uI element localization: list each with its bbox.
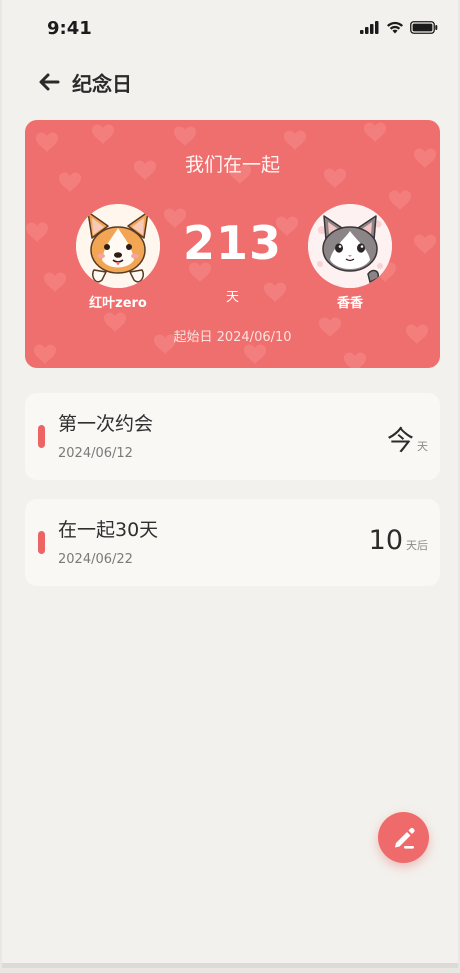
signal-icon [360,21,379,34]
arrow-left-icon [39,73,60,91]
event-title: 在一起30天 [58,519,159,541]
event-accent-bar [38,531,45,554]
together-card: 我们在一起 红叶zero 213 天 香香 起始日 2024/06/10 [25,120,440,368]
event-card[interactable]: 在一起30天 2024/06/22 10 天后 [25,499,440,586]
status-icons [360,21,438,34]
battery-icon [410,21,438,34]
event-countdown: 今 天 [387,419,428,458]
pencil-edit-icon [394,827,415,849]
page-header: 纪念日 [36,66,132,98]
edit-fab-button[interactable] [378,812,429,863]
hero-title: 我们在一起 [184,154,280,176]
event-count: 今 [387,426,414,457]
event-countdown: 10 天后 [369,525,428,556]
event-accent-bar [38,425,45,448]
event-card[interactable]: 第一次约会 2024/06/12 今 天 [25,393,440,480]
cat-icon [308,204,392,288]
event-date: 2024/06/12 [58,446,133,461]
event-unit: 天后 [406,539,428,552]
person-right-name: 香香 [336,296,363,311]
status-bar: 9:41 [2,0,458,56]
page-title: 纪念日 [72,71,132,96]
event-unit: 天 [417,440,428,453]
event-date: 2024/06/22 [58,552,133,567]
app-screen: 9:41 纪念日 我们在一起 红叶zero 213 天 香香 起始日 2024/… [2,0,458,968]
back-button[interactable] [36,69,62,95]
cat-avatar[interactable] [308,204,392,288]
event-title: 第一次约会 [58,413,154,435]
home-indicator [2,963,458,968]
event-count: 10 [368,525,403,556]
wifi-icon [387,21,403,34]
start-date: 起始日 2024/06/10 [173,330,292,345]
status-time: 9:41 [47,18,92,39]
